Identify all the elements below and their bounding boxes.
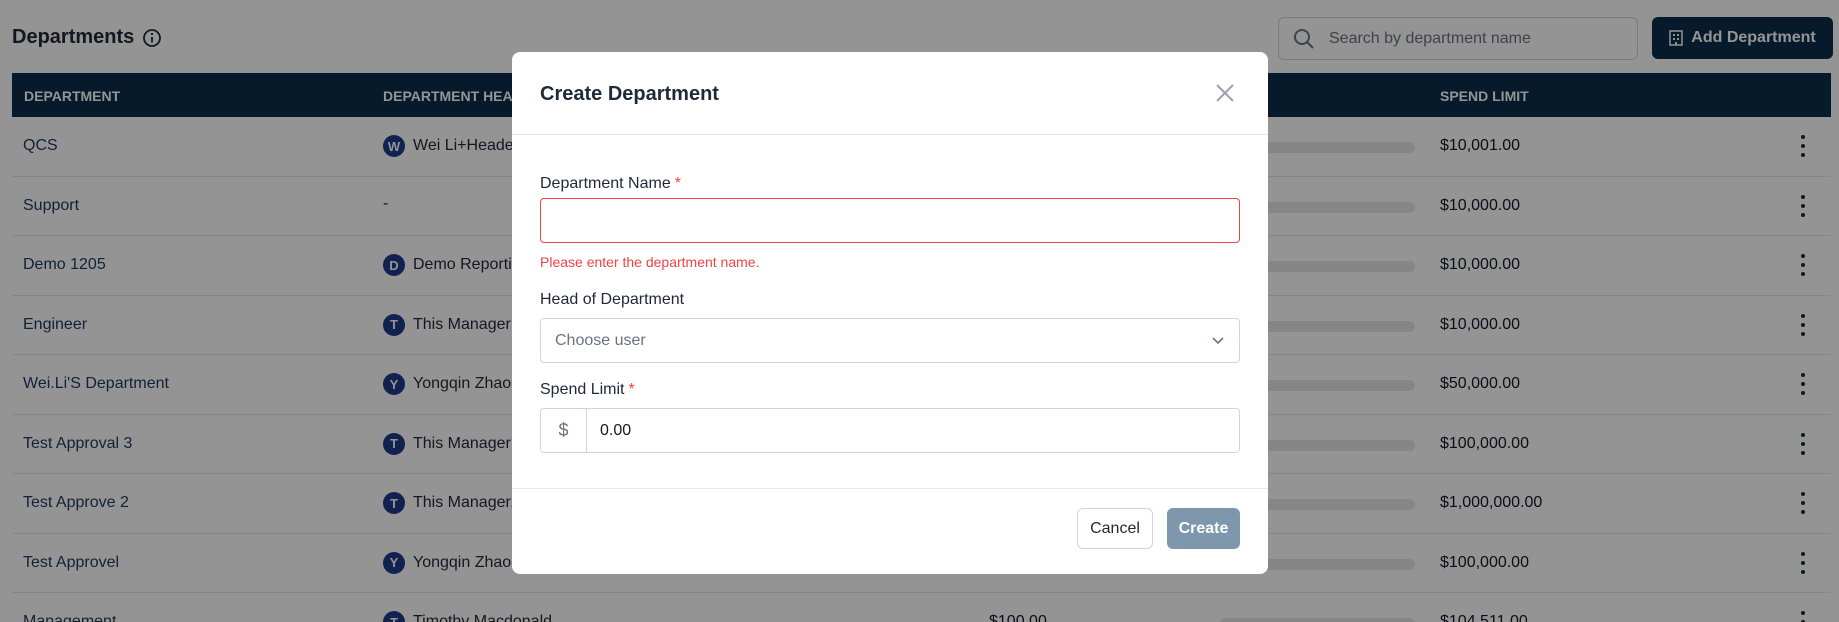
department-name-error: Please enter the department name. bbox=[540, 254, 760, 270]
currency-prefix: $ bbox=[541, 409, 587, 452]
create-department-modal: Create Department Department Name * Pleas… bbox=[512, 52, 1268, 574]
spend-limit-label: Spend Limit * bbox=[540, 381, 635, 399]
chevron-down-icon bbox=[1212, 336, 1224, 344]
department-name-label-text: Department Name bbox=[540, 175, 671, 192]
create-button[interactable]: Create bbox=[1167, 508, 1240, 549]
close-icon[interactable] bbox=[1214, 82, 1236, 104]
modal-body: Department Name * Please enter the depart… bbox=[512, 135, 1268, 489]
spend-limit-input[interactable] bbox=[587, 409, 1239, 452]
required-marker: * bbox=[674, 175, 681, 192]
spend-limit-group: $ bbox=[540, 408, 1240, 453]
required-marker: * bbox=[628, 381, 635, 398]
department-name-input[interactable] bbox=[540, 198, 1240, 243]
head-of-department-placeholder: Choose user bbox=[555, 331, 646, 349]
spend-limit-label-text: Spend Limit bbox=[540, 381, 625, 398]
head-of-department-label: Head of Department bbox=[540, 291, 685, 308]
modal-footer: Cancel Create bbox=[512, 489, 1268, 573]
modal-header: Create Department bbox=[512, 52, 1268, 135]
department-name-label: Department Name * bbox=[540, 175, 681, 193]
cancel-button[interactable]: Cancel bbox=[1077, 508, 1153, 549]
modal-title: Create Department bbox=[540, 83, 719, 105]
head-of-department-select[interactable]: Choose user bbox=[540, 318, 1240, 363]
